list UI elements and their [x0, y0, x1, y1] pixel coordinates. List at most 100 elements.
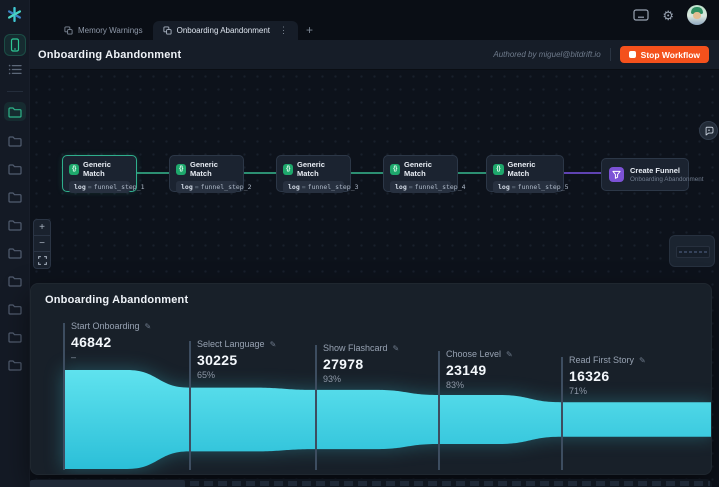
avatar[interactable]: [687, 5, 707, 25]
braces-icon: {}: [390, 163, 400, 175]
node-generic-match-4[interactable]: {} Generic Match log = funnel_step_4: [383, 155, 466, 193]
sidebar-folder[interactable]: [4, 327, 26, 346]
funnel-step-divider: [315, 345, 317, 470]
step-label: Choose Level: [446, 349, 502, 359]
stop-workflow-label: Stop Workflow: [640, 49, 700, 60]
step-value: 23149: [446, 362, 487, 378]
edit-icon[interactable]: ✎: [393, 344, 400, 353]
next-panel-peek: [30, 479, 712, 487]
funnel-step-stat: Read First Story ✎ 16326 71%: [569, 355, 646, 396]
sidebar-folder[interactable]: [4, 159, 26, 178]
node-condition: log = funnel_step_1: [69, 181, 145, 193]
tab-memory-warnings[interactable]: Memory Warnings: [54, 21, 153, 40]
node-condition: log = funnel_step_2: [176, 181, 252, 193]
node-generic-match-3[interactable]: {} Generic Match log = funnel_step_3: [276, 155, 359, 193]
braces-icon: {}: [176, 163, 186, 175]
node-generic-match-2[interactable]: {} Generic Match log = funnel_step_2: [169, 155, 252, 193]
workflow-icon: [163, 26, 172, 35]
funnel-step-divider: [63, 323, 65, 470]
step-percent: 65%: [197, 370, 216, 380]
edge-5-funnel: [564, 170, 605, 176]
step-percent: 93%: [323, 374, 342, 384]
sidebar-folder-active[interactable]: [3, 102, 26, 121]
funnel-panel-title: Onboarding Abandonment: [45, 294, 189, 306]
node-title: Generic Match: [83, 160, 111, 178]
folder-icon: [7, 247, 22, 259]
zoom-in-button[interactable]: +: [34, 220, 50, 236]
chat-bubble-icon: [705, 126, 713, 135]
folder-icon: [7, 191, 22, 203]
bitdrift-logo-icon[interactable]: [7, 7, 22, 22]
minimap[interactable]: [669, 235, 715, 267]
funnel-step-stat: Choose Level ✎ 23149 83%: [446, 349, 513, 390]
folder-icon: [7, 359, 22, 371]
funnel-step-stat: Start Onboarding ✎ 46842 –: [71, 321, 151, 362]
workflow-header: Onboarding Abandonment Authored by migue…: [30, 40, 719, 70]
step-value: 16326: [569, 368, 610, 384]
funnel-step-stat: Show Flashcard ✎ 27978 93%: [323, 343, 399, 384]
step-label: Start Onboarding: [71, 321, 140, 331]
keyboard-icon[interactable]: [633, 9, 649, 21]
next-panel-header-block: [30, 480, 185, 487]
funnel-icon: [609, 167, 624, 182]
zoom-out-button[interactable]: −: [34, 236, 50, 252]
gear-icon[interactable]: ⚙: [662, 9, 674, 22]
tab-label: Memory Warnings: [78, 26, 143, 35]
sidebar-folder[interactable]: [4, 131, 26, 150]
step-label: Show Flashcard: [323, 343, 388, 353]
node-create-funnel[interactable]: Create Funnel Onboarding Abandonment: [601, 158, 704, 191]
node-title: Generic Match: [507, 160, 536, 178]
sidebar-folder[interactable]: [4, 355, 26, 374]
tab-bar: Memory Warnings Onboarding Abandonment ⋮…: [30, 0, 719, 40]
edit-icon[interactable]: ✎: [639, 356, 646, 365]
sidebar-folder[interactable]: [4, 243, 26, 262]
node-generic-match-5[interactable]: {} Generic Match log = funnel_step_5: [486, 155, 569, 193]
folder-icon: [7, 106, 22, 118]
fit-view-button[interactable]: [34, 252, 50, 268]
step-label: Read First Story: [569, 355, 635, 365]
sidebar-folder[interactable]: [4, 215, 26, 234]
next-panel-cells: [190, 481, 710, 486]
edit-icon[interactable]: ✎: [145, 322, 152, 331]
step-percent: –: [71, 352, 77, 362]
sidebar-folder[interactable]: [4, 187, 26, 206]
node-title: Generic Match: [297, 160, 325, 178]
funnel-results-panel: Onboarding Abandonment Start Onboarding ✎…: [30, 283, 712, 475]
minimap-viewport: [676, 246, 710, 258]
tab-onboarding-abandonment[interactable]: Onboarding Abandonment ⋮: [152, 21, 299, 40]
folder-icon: [7, 331, 22, 343]
braces-icon: {}: [493, 163, 504, 175]
sidebar-folder[interactable]: [4, 271, 26, 290]
node-title: Generic Match: [404, 160, 432, 178]
sidebar-item-device[interactable]: [3, 34, 26, 56]
funnel-step-divider: [189, 341, 191, 470]
edge-1-2: [137, 170, 173, 176]
node-condition: log = funnel_step_5: [493, 181, 569, 193]
step-label: Select Language: [197, 339, 265, 349]
node-generic-match-1[interactable]: {} Generic Match log = funnel_step_1: [62, 155, 145, 193]
comment-bubble-button[interactable]: [699, 121, 718, 140]
zoom-controls: + −: [33, 219, 51, 269]
step-value: 30225: [197, 352, 238, 368]
edit-icon[interactable]: ✎: [270, 340, 277, 349]
edit-icon[interactable]: ✎: [506, 350, 513, 359]
list-icon: [8, 64, 22, 74]
stop-workflow-button[interactable]: Stop Workflow: [619, 46, 709, 63]
app-window: Memory Warnings Onboarding Abandonment ⋮…: [0, 0, 719, 487]
phone-icon: [10, 38, 19, 52]
step-percent: 83%: [446, 380, 465, 390]
edge-3-4: [351, 170, 387, 176]
edge-4-5: [458, 170, 490, 176]
funnel-step-divider: [438, 351, 440, 470]
sidebar-folder[interactable]: [4, 299, 26, 318]
node-title: Create Funnel: [630, 166, 681, 175]
step-value: 27978: [323, 356, 364, 372]
workflow-icon: [64, 26, 73, 35]
braces-icon: {}: [283, 163, 293, 175]
node-condition: log = funnel_step_3: [283, 181, 359, 193]
new-tab-button[interactable]: +: [306, 23, 313, 37]
sidebar-divider: [6, 91, 23, 92]
sidebar-item-list[interactable]: [4, 58, 26, 80]
tab-menu-icon[interactable]: ⋮: [279, 25, 288, 36]
sidebar: [0, 0, 30, 487]
